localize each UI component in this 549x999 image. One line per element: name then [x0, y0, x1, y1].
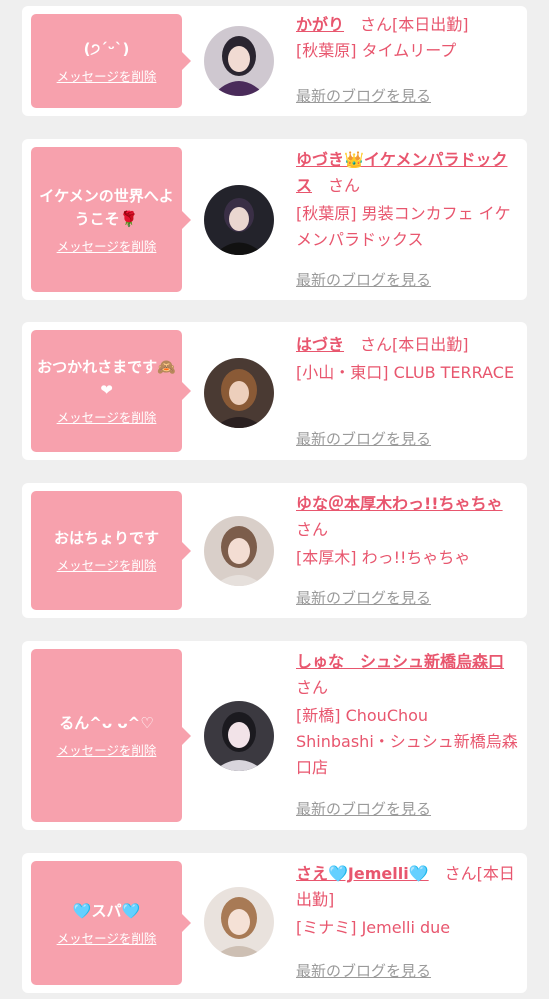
- latest-blog-link[interactable]: 最新のブログを見る: [296, 269, 431, 290]
- message-bubble: (੭ˊᵕˋ) メッセージを削除: [31, 14, 191, 108]
- message-text: イケメンの世界へようこそ🌹: [39, 186, 174, 228]
- latest-blog-link[interactable]: 最新のブログを見る: [296, 85, 431, 106]
- message-bubble: イケメンの世界へようこそ🌹 メッセージを削除: [31, 147, 191, 292]
- avatar[interactable]: [204, 358, 274, 428]
- message-text: (੭ˊᵕˋ): [83, 39, 130, 58]
- cast-info: かがり さん[本日出勤] [秋葉原] タイムリープ: [296, 12, 522, 64]
- delete-message-link[interactable]: メッセージを削除: [57, 407, 157, 426]
- cast-name-suffix: さん[本日出勤]: [360, 15, 469, 34]
- cast-name-link[interactable]: しゅな シュシュ新橋烏森口: [296, 652, 504, 671]
- latest-blog-link[interactable]: 最新のブログを見る: [296, 428, 431, 449]
- message-card: (੭ˊᵕˋ) メッセージを削除 かがり さん[本日出勤] [秋葉原] タイムリー…: [22, 6, 527, 116]
- shop-info: [秋葉原] タイムリープ: [296, 41, 457, 60]
- message-bubble: おつかれさまです🙈❤ メッセージを削除: [31, 330, 191, 452]
- shop-info: [本厚木] わっ!!ちゃちゃ: [296, 548, 471, 567]
- message-text: 🩵スパ🩵: [72, 901, 141, 920]
- cast-info: ゆづき👑イケメンパラドックス さん [秋葉原] 男装コンカフェ イケメンパラドッ…: [296, 147, 522, 253]
- latest-blog-link[interactable]: 最新のブログを見る: [296, 587, 431, 608]
- cast-info: ゆな＠本厚木わっ!!ちゃちゃ さん [本厚木] わっ!!ちゃちゃ: [296, 491, 522, 571]
- message-bubble: おはちょりです メッセージを削除: [31, 491, 191, 610]
- latest-blog-link[interactable]: 最新のブログを見る: [296, 798, 431, 819]
- shop-info: [小山・東口] CLUB TERRACE: [296, 363, 515, 382]
- cast-info: はづき さん[本日出勤] [小山・東口] CLUB TERRACE: [296, 332, 522, 386]
- message-bubble: 🩵スパ🩵 メッセージを削除: [31, 861, 191, 985]
- delete-message-link[interactable]: メッセージを削除: [57, 555, 157, 574]
- message-card: おはちょりです メッセージを削除 ゆな＠本厚木わっ!!ちゃちゃ さん [本厚木]…: [22, 483, 527, 618]
- message-card: 🩵スパ🩵 メッセージを削除 さえ🩵Jemelli🩵 さん[本日出勤] [ミナミ]…: [22, 853, 527, 993]
- delete-message-link[interactable]: メッセージを削除: [57, 236, 157, 255]
- message-card: イケメンの世界へようこそ🌹 メッセージを削除 ゆづき👑イケメンパラドックス さん…: [22, 139, 527, 300]
- latest-blog-link[interactable]: 最新のブログを見る: [296, 960, 431, 981]
- cast-name-link[interactable]: さえ🩵Jemelli🩵: [296, 864, 429, 883]
- delete-message-link[interactable]: メッセージを削除: [57, 740, 157, 759]
- message-card: おつかれさまです🙈❤ メッセージを削除 はづき さん[本日出勤] [小山・東口]…: [22, 322, 527, 460]
- message-text: るん^ᴗ ᴗ^♡: [59, 714, 154, 732]
- message-card: るん^ᴗ ᴗ^♡ メッセージを削除 しゅな シュシュ新橋烏森口 さん [新橋] …: [22, 641, 527, 830]
- cast-name-suffix: さん[本日出勤]: [360, 335, 469, 354]
- cast-info: しゅな シュシュ新橋烏森口 さん [新橋] ChouChou Shinbashi…: [296, 649, 522, 781]
- cast-name-suffix: さん: [296, 520, 329, 539]
- avatar[interactable]: [204, 701, 274, 771]
- delete-message-link[interactable]: メッセージを削除: [57, 66, 157, 85]
- cast-name-suffix: さん: [328, 176, 361, 195]
- message-text: おはちょりです: [53, 529, 159, 547]
- cast-name-link[interactable]: はづき: [296, 335, 344, 354]
- cast-info: さえ🩵Jemelli🩵 さん[本日出勤] [ミナミ] Jemelli due: [296, 861, 522, 941]
- avatar[interactable]: [204, 516, 274, 586]
- avatar[interactable]: [204, 185, 274, 255]
- cast-name-link[interactable]: かがり: [296, 15, 344, 34]
- delete-message-link[interactable]: メッセージを削除: [57, 928, 157, 947]
- cast-name-link[interactable]: ゆな＠本厚木わっ!!ちゃちゃ: [296, 494, 503, 513]
- avatar[interactable]: [204, 887, 274, 957]
- message-text: おつかれさまです🙈❤: [37, 358, 176, 399]
- shop-info: [新橋] ChouChou Shinbashi・シュシュ新橋烏森口店: [296, 706, 518, 777]
- shop-info: [ミナミ] Jemelli due: [296, 918, 451, 937]
- avatar[interactable]: [204, 26, 274, 96]
- shop-info: [秋葉原] 男装コンカフェ イケメンパラドックス: [296, 204, 511, 249]
- cast-name-suffix: さん: [296, 678, 329, 697]
- message-bubble: るん^ᴗ ᴗ^♡ メッセージを削除: [31, 649, 191, 822]
